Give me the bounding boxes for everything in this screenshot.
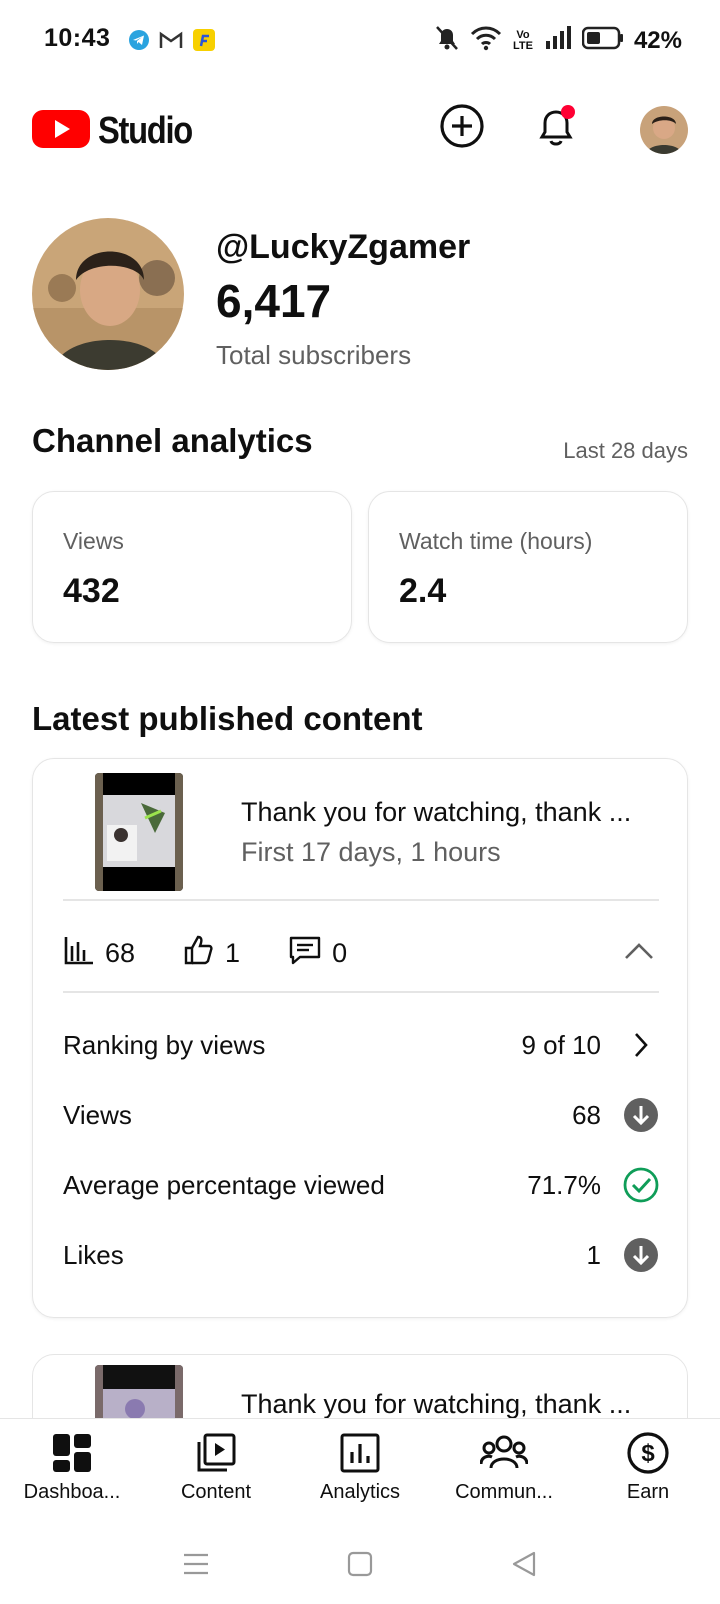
app-header: Studio: [0, 92, 720, 168]
chevron-up-icon: [623, 941, 655, 966]
earn-icon: $: [624, 1429, 672, 1477]
wifi-icon: [470, 25, 502, 56]
divider: [63, 991, 659, 993]
home-icon[interactable]: [342, 1546, 378, 1582]
studio-logo[interactable]: Studio: [32, 108, 207, 155]
battery-percent: 42%: [633, 26, 682, 54]
divider: [63, 899, 659, 901]
analytics-title: Channel analytics: [32, 422, 313, 459]
analytics-icon: [336, 1429, 384, 1477]
thumbs-up-icon: [183, 934, 225, 973]
bar-chart-icon: [63, 934, 105, 973]
comments-metric: 0: [288, 934, 347, 973]
nav-label: Analytics: [319, 1481, 401, 1503]
signal-icon: [544, 26, 572, 55]
nav-dashboard[interactable]: Dashboa...: [0, 1429, 144, 1513]
channel-avatar[interactable]: [32, 218, 184, 370]
status-app-icons: [128, 28, 216, 57]
account-avatar[interactable]: [640, 106, 688, 154]
detail-label: Likes: [63, 1239, 124, 1270]
likes-metric: 1: [183, 934, 240, 973]
video-period: First 17 days, 1 hours: [241, 837, 501, 867]
channel-handle: @LuckyZgamer: [216, 228, 471, 266]
detail-label: Ranking by views: [63, 1029, 266, 1060]
chevron-right-icon: [623, 1027, 659, 1063]
menu-icon[interactable]: [178, 1546, 214, 1582]
status-bar: 10:43 Vo LTE 42%: [0, 0, 720, 84]
analytics-range: Last 28 days: [563, 438, 688, 463]
avg-viewed-row: Average percentage viewed 71.7%: [63, 1159, 659, 1211]
flipkart-icon: [192, 28, 216, 57]
community-icon: [480, 1429, 528, 1477]
status-indicators: Vo LTE 42%: [434, 24, 682, 57]
logo-text: Studio: [98, 110, 193, 152]
detail-value: 68: [572, 1099, 601, 1130]
status-time: 10:43: [44, 24, 111, 52]
views-count: 68: [105, 937, 136, 968]
svg-text:$: $: [641, 1440, 655, 1467]
notifications-button[interactable]: [530, 102, 582, 154]
video-metrics: 68 1 0: [63, 925, 659, 981]
nav-label: Dashboa...: [23, 1481, 121, 1503]
likes-row: Likes 1: [63, 1229, 659, 1281]
ranking-row[interactable]: Ranking by views 9 of 10: [63, 1019, 659, 1071]
bell-icon: [532, 102, 580, 155]
stat-label: Watch time (hours): [399, 528, 593, 554]
stat-value: 432: [63, 572, 120, 610]
comment-icon: [288, 934, 332, 973]
channel-summary: @LuckyZgamer 6,417 Total subscribers: [32, 218, 692, 374]
video-title[interactable]: Thank you for watching, thank ...: [241, 797, 661, 828]
volte-icon: Vo LTE: [512, 28, 533, 52]
check-circle-icon: [623, 1167, 659, 1203]
youtube-play-icon: [32, 108, 90, 155]
video-thumbnail[interactable]: [95, 773, 183, 891]
gmail-icon: [158, 29, 184, 56]
dashboard-icon: [48, 1429, 96, 1477]
bell-off-icon: [434, 24, 460, 57]
arrow-down-circle-icon: [623, 1097, 659, 1133]
nav-earn[interactable]: $ Earn: [576, 1429, 720, 1513]
telegram-icon: [128, 29, 150, 56]
collapse-button[interactable]: [619, 933, 659, 973]
nav-label: Earn: [626, 1481, 670, 1503]
system-navigation: [0, 1516, 720, 1604]
stat-value: 2.4: [399, 572, 447, 610]
comments-count: 0: [332, 937, 348, 968]
content-icon: [192, 1429, 240, 1477]
battery-icon: [581, 26, 624, 55]
detail-value: 9 of 10: [521, 1029, 601, 1060]
watch-time-card[interactable]: Watch time (hours) 2.4: [368, 491, 688, 643]
create-button[interactable]: [436, 102, 488, 154]
latest-content-title: Latest published content: [32, 700, 423, 737]
nav-community[interactable]: Commun...: [432, 1429, 576, 1513]
bottom-navigation: Dashboa... Content Analytics Commun... $…: [0, 1418, 720, 1516]
detail-value: 71.7%: [527, 1169, 601, 1200]
views-card[interactable]: Views 432: [32, 491, 352, 643]
subscriber-count: 6,417: [216, 275, 332, 327]
nav-analytics[interactable]: Analytics: [288, 1429, 432, 1513]
views-row: Views 68: [63, 1089, 659, 1141]
detail-value: 1: [586, 1239, 601, 1270]
views-metric: 68: [63, 934, 135, 973]
detail-label: Views: [63, 1099, 132, 1130]
nav-label: Commun...: [455, 1481, 553, 1503]
latest-video-card: Thank you for watching, thank ... First …: [32, 758, 688, 1318]
arrow-down-circle-icon: [623, 1237, 659, 1273]
subscriber-label: Total subscribers: [216, 340, 412, 370]
stat-label: Views: [63, 528, 124, 554]
plus-circle-icon: [438, 102, 486, 155]
nav-label: Content: [180, 1481, 252, 1503]
video-title[interactable]: Thank you for watching, thank ...: [241, 1389, 661, 1420]
detail-label: Average percentage viewed: [63, 1169, 385, 1200]
likes-count: 1: [225, 937, 241, 968]
back-icon[interactable]: [506, 1546, 542, 1582]
nav-content[interactable]: Content: [144, 1429, 288, 1513]
